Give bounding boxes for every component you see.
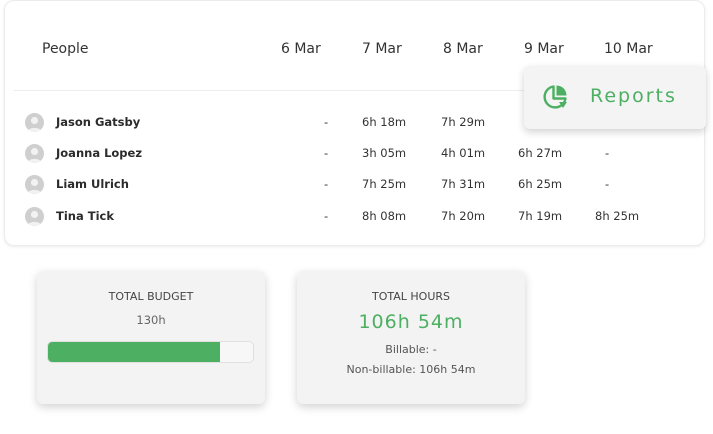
hours-cell: 3h 05m [362,146,407,160]
avatar-icon [25,144,44,163]
total-budget-card: TOTAL BUDGET 130h [37,271,265,404]
table-row[interactable]: Tina Tick - 8h 08m 7h 20m 7h 19m 8h 25m [25,205,685,229]
table-row[interactable]: Liam Ulrich - 7h 25m 7h 31m 6h 25m - [25,173,685,197]
date-header-8-mar: 8 Mar [443,41,483,57]
hours-cell: - [605,177,610,191]
avatar-icon [25,175,44,194]
date-header-7-mar: 7 Mar [362,41,402,57]
reports-label: Reports [590,85,677,107]
hours-cell: 8h 25m [595,209,640,223]
total-budget-value: 130h [136,313,166,327]
non-billable-hours: Non-billable: 106h 54m [346,363,476,376]
hours-cell: 6h 18m [362,115,407,129]
hours-cell: - [324,177,329,191]
hours-cell: 7h 19m [518,209,563,223]
date-header-10-mar: 10 Mar [604,41,653,57]
hours-cell: 7h 20m [441,209,486,223]
hours-cell: 7h 25m [362,177,407,191]
total-budget-title: TOTAL BUDGET [108,290,194,303]
total-hours-value: 106h 54m [358,311,464,333]
hours-cell: - [324,146,329,160]
hours-cell: - [324,115,329,129]
hours-cell: - [324,209,329,223]
billable-hours: Billable: - [385,343,437,356]
avatar-icon [25,113,44,132]
person-name: Jason Gatsby [56,115,141,129]
hours-cell: 7h 29m [441,115,486,129]
avatar-icon [25,207,44,226]
date-header-9-mar: 9 Mar [524,41,564,57]
person-name: Tina Tick [56,209,114,223]
table-row[interactable]: Joanna Lopez - 3h 05m 4h 01m 6h 27m - [25,142,685,166]
pie-chart-icon [541,83,569,115]
budget-progress-bar [47,341,254,363]
date-header-6-mar: 6 Mar [281,41,321,57]
timesheet-widget: People 6 Mar 7 Mar 8 Mar 9 Mar 10 Mar Ja… [0,0,713,434]
budget-progress-fill [48,342,221,362]
hours-cell: 6h 27m [518,146,563,160]
reports-button[interactable]: Reports [524,66,706,129]
total-hours-card: TOTAL HOURS 106h 54m Billable: - Non-bil… [297,271,525,404]
hours-cell: 6h 25m [518,177,563,191]
people-column-header: People [42,41,89,57]
hours-cell: 8h 08m [362,209,407,223]
hours-cell: 4h 01m [441,146,486,160]
person-name: Joanna Lopez [56,146,143,160]
total-hours-title: TOTAL HOURS [372,290,450,303]
hours-cell: - [605,146,610,160]
person-name: Liam Ulrich [56,177,129,191]
hours-cell: 7h 31m [441,177,486,191]
